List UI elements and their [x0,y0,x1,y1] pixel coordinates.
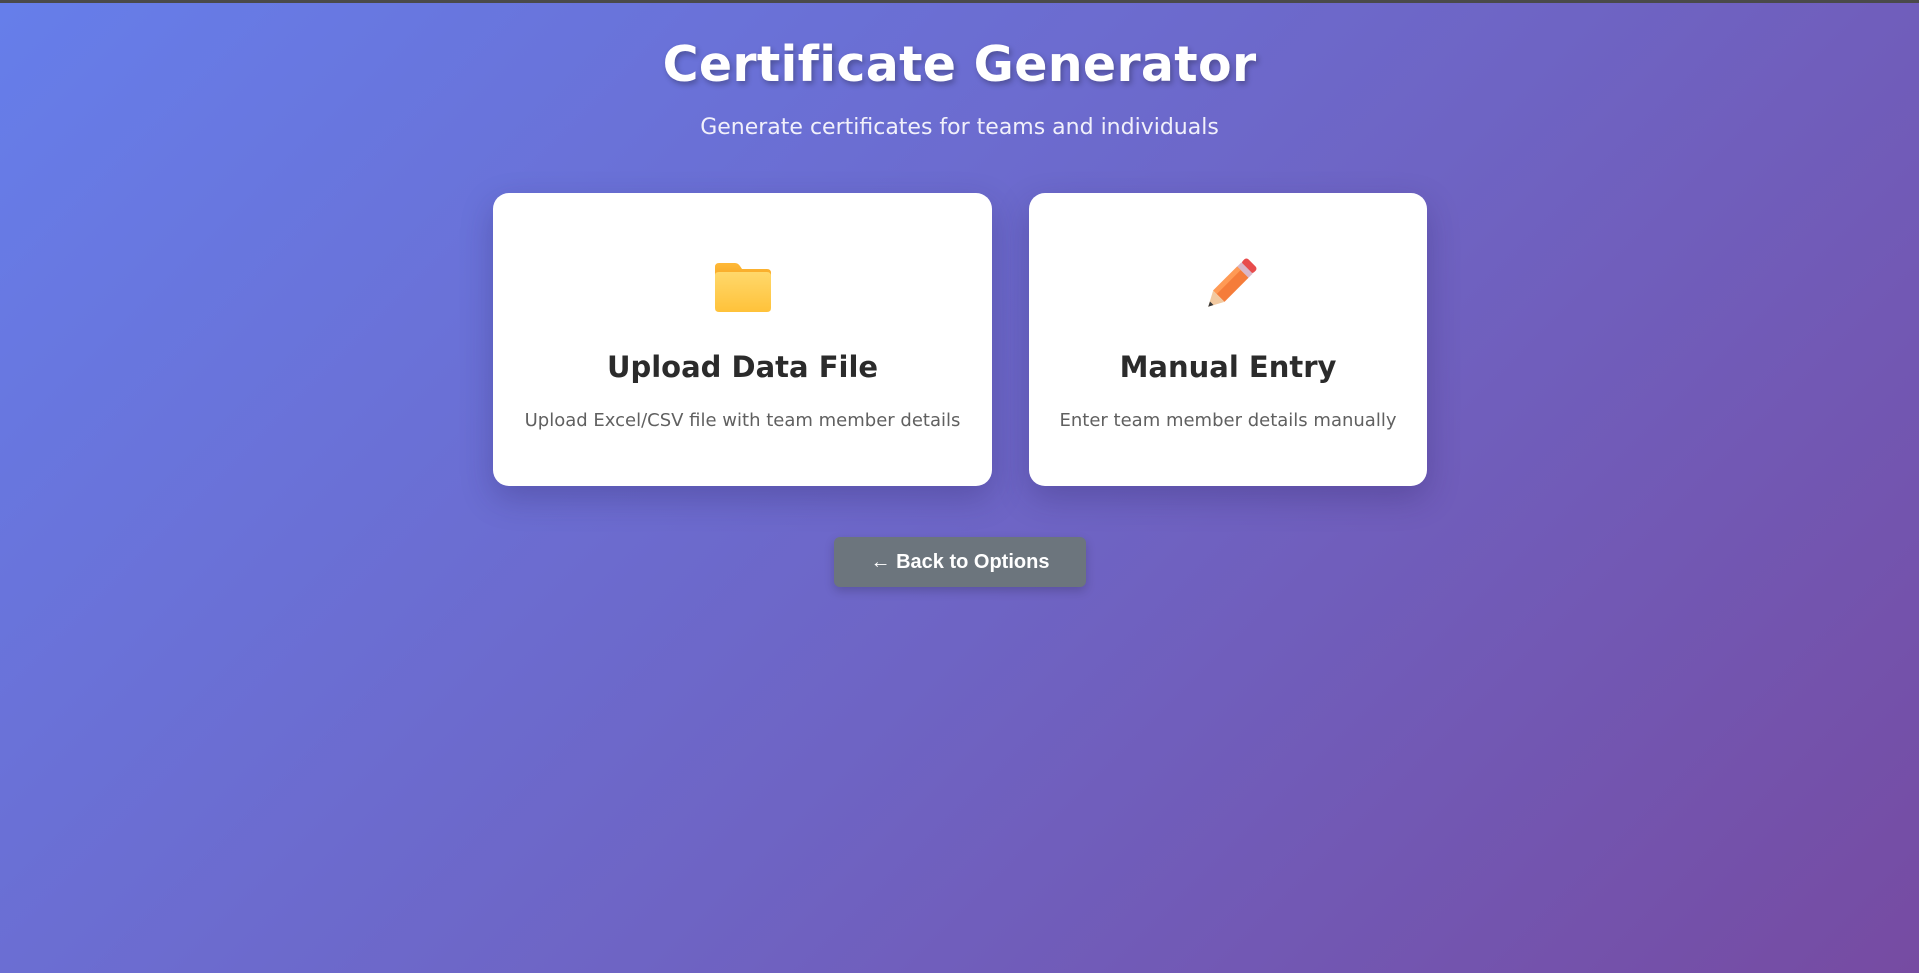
manual-entry-card[interactable]: Manual Entry Enter team member details m… [1029,193,1427,486]
pencil-icon [1208,258,1257,307]
upload-data-file-card[interactable]: Upload Data File Upload Excel/CSV file w… [493,193,992,486]
folder-icon [714,263,771,312]
card-description: Upload Excel/CSV file with team member d… [524,410,961,431]
card-description: Enter team member details manually [1059,410,1397,431]
page-subtitle: Generate certificates for teams and indi… [700,115,1219,140]
back-to-options-button[interactable]: ← Back to Options [834,537,1086,587]
card-title: Upload Data File [606,350,879,384]
certificate-generator-page: Certificate Generator Generate certifica… [0,3,1919,973]
input-method-options: Upload Data File Upload Excel/CSV file w… [0,193,1919,486]
card-title: Manual Entry [1119,350,1337,384]
page-title: Certificate Generator [662,36,1257,93]
